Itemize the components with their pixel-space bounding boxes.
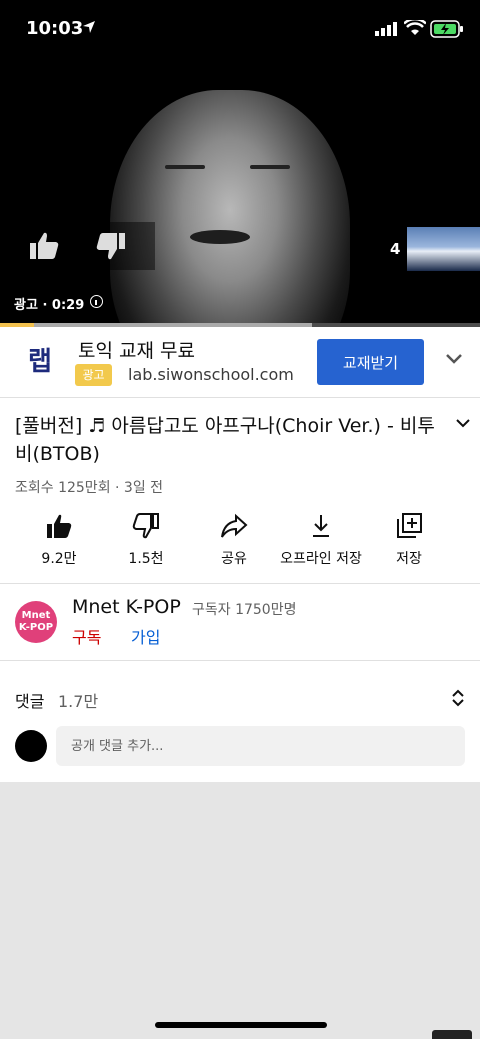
user-avatar	[15, 730, 47, 762]
save-label: 저장	[396, 551, 422, 567]
wifi-icon	[404, 20, 426, 35]
subscribe-button[interactable]: 구독	[72, 624, 101, 648]
corner-badge	[432, 1030, 472, 1039]
like-count: 9.2만	[41, 551, 77, 567]
ad-timer-label: 광고 · 0:29	[14, 298, 85, 313]
channel-avatar[interactable]: Mnet K-POP	[15, 601, 57, 643]
ad-title[interactable]: 토익 교재 무료	[78, 336, 195, 363]
join-button[interactable]: 가입	[131, 624, 160, 648]
thumbs-down-icon[interactable]	[95, 230, 127, 262]
ad-queue-count: 4	[390, 240, 401, 258]
location-arrow-icon	[83, 21, 95, 33]
battery-icon	[430, 20, 463, 38]
channel-name[interactable]: Mnet K-POP	[72, 596, 181, 618]
thumbs-down-icon	[132, 513, 159, 539]
ad-cta-button[interactable]: 교재받기	[317, 339, 424, 385]
divider	[0, 583, 480, 584]
info-icon[interactable]	[90, 295, 103, 308]
add-to-playlist-icon	[397, 513, 422, 538]
ad-url[interactable]: lab.siwonschool.com	[128, 365, 294, 384]
chevron-down-icon[interactable]	[445, 353, 463, 365]
video-title[interactable]: [풀버전] ♬ 아름답고도 아프구나(Choir Ver.) - 비투비(BTO…	[15, 412, 435, 468]
next-video-thumbnail[interactable]	[407, 227, 480, 271]
status-bar: 10:03	[0, 0, 480, 90]
video-player[interactable]: 4 광고 · 0:29	[0, 90, 480, 325]
advertiser-logo[interactable]: 랩	[22, 344, 58, 380]
expand-description-icon[interactable]	[455, 418, 471, 429]
ad-badge: 광고	[75, 364, 112, 386]
comment-input[interactable]	[56, 726, 465, 766]
comments-label[interactable]: 댓글	[15, 688, 44, 712]
save-button[interactable]: 저장	[394, 512, 424, 568]
status-time: 10:03	[26, 18, 84, 39]
ad-feedback-panel	[0, 222, 155, 270]
divider	[0, 660, 480, 661]
comments-count: 1.7만	[58, 692, 99, 711]
thumbs-up-icon	[47, 514, 72, 538]
divider	[0, 397, 480, 398]
thumbs-up-icon[interactable]	[28, 230, 60, 262]
dislike-count: 1.5천	[128, 551, 164, 567]
download-label: 오프라인 저장	[280, 551, 362, 567]
dislike-button[interactable]: 1.5천	[124, 512, 168, 568]
expand-comments-icon[interactable]	[451, 688, 465, 708]
like-button[interactable]: 9.2만	[38, 512, 80, 568]
share-icon	[221, 513, 248, 538]
cellular-signal-icon	[375, 22, 397, 36]
download-button[interactable]: 오프라인 저장	[279, 512, 363, 568]
home-indicator[interactable]	[155, 1022, 327, 1028]
video-meta: 조회수 125만회 · 3일 전	[15, 480, 164, 496]
subscriber-count: 구독자 1750만명	[192, 602, 297, 618]
share-label: 공유	[221, 551, 247, 567]
download-icon	[313, 515, 329, 537]
video-frame-image	[110, 90, 350, 325]
share-button[interactable]: 공유	[218, 512, 250, 568]
